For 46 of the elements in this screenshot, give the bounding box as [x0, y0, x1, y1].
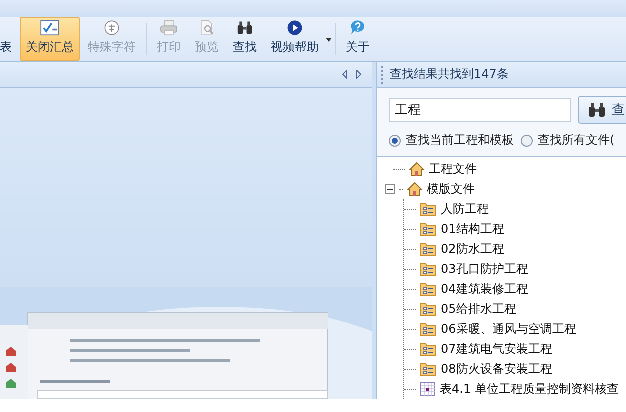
house-icon [407, 182, 423, 196]
tree-item[interactable]: 05给排水工程 [441, 300, 516, 318]
search-button[interactable]: 查 [578, 96, 626, 124]
radio-button[interactable] [521, 134, 533, 146]
tree-item[interactable]: 模版文件 [427, 180, 475, 198]
radio-option[interactable]: 查找当前工程和模板 [389, 132, 514, 149]
tree-item[interactable]: 01结构工程 [441, 220, 504, 238]
tree-item[interactable]: 04建筑装修工程 [441, 280, 528, 298]
arrow-left-icon[interactable] [342, 70, 348, 79]
checklist-icon [39, 20, 61, 36]
tree-item[interactable]: 03孔口防护工程 [441, 260, 528, 278]
table-icon [420, 382, 436, 396]
circle-icon [102, 20, 122, 36]
folder-icon [420, 262, 437, 276]
folder-icon [420, 222, 437, 236]
folder-icon [420, 322, 437, 336]
tree-item[interactable]: 工程文件 [429, 160, 477, 178]
tree-item[interactable]: 表4.1 单位工程质量控制资料核查 [440, 380, 619, 398]
radio-option[interactable]: 查找所有文件( [521, 132, 615, 149]
results-title: 查找结果共找到147条 [390, 66, 509, 83]
toolbar-button[interactable]: 视频帮助 [265, 17, 325, 61]
tree-item[interactable]: 人防工程 [441, 200, 489, 218]
toolbar-button[interactable]: 表 [0, 17, 18, 61]
folder-icon [420, 242, 437, 256]
arrow-right-icon[interactable] [356, 70, 362, 79]
folder-icon [420, 282, 437, 296]
folder-icon [420, 302, 437, 316]
house-icon [409, 162, 425, 176]
toolbar-button[interactable]: 关闭汇总 [20, 17, 80, 61]
printer-icon [159, 20, 179, 36]
toolbar-button[interactable]: 关于 [340, 17, 376, 61]
tree-item[interactable]: 06采暖、通风与空调工程 [441, 320, 576, 338]
tree-item[interactable]: 08防火设备安装工程 [441, 360, 552, 378]
binoculars-icon [235, 20, 255, 36]
search-field[interactable]: 工程 [389, 98, 571, 122]
radio-button[interactable] [389, 134, 401, 146]
folder-icon [420, 362, 437, 376]
play-icon [285, 20, 305, 36]
collapse-toggle[interactable] [385, 184, 395, 194]
tree-item[interactable]: 02防水工程 [441, 240, 504, 258]
tree-item[interactable]: 07建筑电气安装工程 [441, 340, 552, 358]
folder-icon [420, 342, 437, 356]
caret-icon[interactable] [326, 38, 332, 42]
folder-icon [420, 202, 437, 216]
binoculars-icon [587, 101, 607, 119]
toolbar-button[interactable]: 查找 [227, 17, 263, 61]
